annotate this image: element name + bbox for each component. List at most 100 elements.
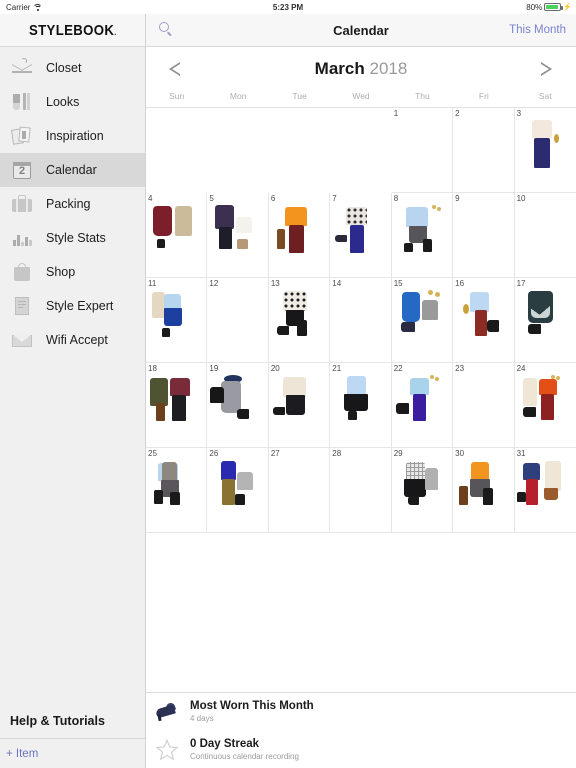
calendar-day-number: 5 <box>209 194 214 203</box>
outfit-thumbnail[interactable] <box>330 203 390 276</box>
outfit-piece-print <box>530 294 550 318</box>
calendar-day-cell[interactable]: 26 <box>207 448 269 533</box>
outfit-thumbnail[interactable] <box>392 458 452 531</box>
calendar-day-cell[interactable]: 27 <box>268 448 331 533</box>
outfit-thumbnail[interactable] <box>207 203 267 276</box>
outfit-piece-print <box>405 462 425 480</box>
calendar-day-cell[interactable]: 22 <box>391 363 454 448</box>
month-title: March 2018 <box>315 59 408 79</box>
calendar-day-cell[interactable]: 25 <box>146 448 208 533</box>
calendar-day-cell[interactable]: 1 <box>391 108 454 193</box>
outfit-thumbnail[interactable] <box>146 288 206 361</box>
calendar-day-cell[interactable]: 29 <box>391 448 454 533</box>
sidebar-item-label: Looks <box>46 95 80 109</box>
outfit-thumbnail[interactable] <box>515 373 576 446</box>
outfit-piece-boot <box>483 488 494 505</box>
outfit-thumbnail[interactable] <box>515 118 576 191</box>
outfit-piece-top <box>409 378 429 395</box>
calendar-day-cell[interactable]: 24 <box>514 363 576 448</box>
outfit-thumbnail[interactable] <box>269 288 329 361</box>
calendar-day-cell[interactable]: 21 <box>330 363 392 448</box>
outfit-piece-acc <box>555 376 560 380</box>
outfit-thumbnail[interactable] <box>146 203 206 276</box>
chevron-right-icon[interactable] <box>536 58 558 80</box>
calendar-day-cell[interactable]: 19 <box>207 363 269 448</box>
outfit-thumbnail[interactable] <box>269 203 329 276</box>
hanger-icon <box>10 56 34 80</box>
outfit-piece-top <box>522 463 540 480</box>
calendar-day-cell[interactable]: 4 <box>146 193 208 278</box>
outfit-piece-boot <box>235 494 246 505</box>
outfit-piece-top <box>221 461 237 480</box>
sidebar-item-shop[interactable]: Shop <box>0 255 145 289</box>
calendar-day-cell[interactable]: 12 <box>207 278 269 363</box>
outfit-piece-shoe <box>487 320 500 332</box>
sidebar-item-label: Style Stats <box>46 231 106 245</box>
outfit-thumbnail[interactable] <box>515 458 576 531</box>
calendar-day-number: 6 <box>270 194 276 203</box>
sidebar-item-style-expert[interactable]: Style Expert <box>0 289 145 323</box>
most-worn-row[interactable]: Most Worn This Month 4 days <box>146 693 576 731</box>
outfit-piece-print <box>282 291 307 311</box>
this-month-button[interactable]: This Month <box>509 24 566 36</box>
calendar-day-cell[interactable]: 13 <box>268 278 331 363</box>
outfit-piece-acc <box>431 205 436 209</box>
outfit-thumbnail[interactable] <box>392 288 452 361</box>
calendar-day-cell[interactable]: 28 <box>330 448 392 533</box>
outfit-thumbnail[interactable] <box>207 373 267 446</box>
sidebar-item-style-stats[interactable]: Style Stats <box>0 221 145 255</box>
outfit-piece-pants <box>222 479 236 505</box>
calendar-day-cell[interactable]: 2 <box>453 108 515 193</box>
outfit-thumbnail[interactable] <box>515 288 576 361</box>
calendar-day-cell[interactable]: 15 <box>391 278 454 363</box>
outfit-thumbnail[interactable] <box>269 373 329 446</box>
outfit-piece-pants <box>288 225 304 253</box>
sidebar-item-packing[interactable]: Packing <box>0 187 145 221</box>
outfit-thumbnail[interactable] <box>207 458 267 531</box>
sidebar-item-calendar[interactable]: 2 Calendar <box>0 153 145 187</box>
outfit-thumbnail[interactable] <box>392 373 452 446</box>
calendar-day-cell[interactable]: 7 <box>330 193 392 278</box>
help-and-tutorials-button[interactable]: Help & Tutorials <box>0 704 145 738</box>
calendar-day-cell[interactable]: 3 <box>514 108 576 193</box>
day-streak-row[interactable]: 0 Day Streak Continuous calendar recordi… <box>146 731 576 768</box>
calendar-day-cell[interactable]: 30 <box>453 448 515 533</box>
sidebar-item-looks[interactable]: Looks <box>0 85 145 119</box>
outfit-piece-pants <box>350 225 365 253</box>
calendar-day-cell[interactable]: 18 <box>146 363 208 448</box>
outfit-piece-acc <box>463 304 470 314</box>
weekday-header-row: Sun Mon Tue Wed Thu Fri Sat <box>146 91 576 107</box>
outfit-piece-coat <box>175 206 192 236</box>
calendar-day-cell[interactable]: 8 <box>391 193 454 278</box>
outfit-thumbnail[interactable] <box>453 288 513 361</box>
calendar-day-cell[interactable]: 6 <box>268 193 331 278</box>
calendar-icon: 2 <box>10 158 34 182</box>
outfit-thumbnail[interactable] <box>146 458 206 531</box>
calendar-day-cell[interactable]: 31 <box>514 448 576 533</box>
outfit-piece-coat <box>150 378 168 406</box>
outfit-piece-top <box>424 468 438 490</box>
calendar-day-cell[interactable]: 14 <box>330 278 392 363</box>
sidebar-item-inspiration[interactable]: Inspiration <box>0 119 145 153</box>
battery-percent-label: 80% <box>526 2 543 12</box>
outfit-thumbnail[interactable] <box>330 373 390 446</box>
calendar-day-cell[interactable]: 9 <box>453 193 515 278</box>
outfit-piece-shoe <box>400 322 415 332</box>
outfit-thumbnail[interactable] <box>146 373 206 446</box>
calendar-day-cell[interactable]: 20 <box>268 363 331 448</box>
chevron-left-icon[interactable] <box>164 58 186 80</box>
calendar-day-number: 20 <box>270 364 280 373</box>
sidebar-item-wifi-accept[interactable]: Wifi Accept <box>0 323 145 357</box>
calendar-day-cell[interactable]: 23 <box>453 363 515 448</box>
outfit-thumbnail[interactable] <box>453 458 513 531</box>
sidebar-item-closet[interactable]: Closet <box>0 51 145 85</box>
calendar-day-cell[interactable]: 10 <box>514 193 576 278</box>
calendar-day-cell[interactable]: 16 <box>453 278 515 363</box>
calendar-day-number: 26 <box>209 449 219 458</box>
outfit-thumbnail[interactable] <box>392 203 452 276</box>
calendar-day-cell[interactable]: 11 <box>146 278 208 363</box>
outfit-piece-coat <box>162 462 177 482</box>
calendar-day-cell[interactable]: 17 <box>514 278 576 363</box>
add-item-button[interactable]: + Item <box>0 738 145 768</box>
calendar-day-cell[interactable]: 5 <box>207 193 269 278</box>
